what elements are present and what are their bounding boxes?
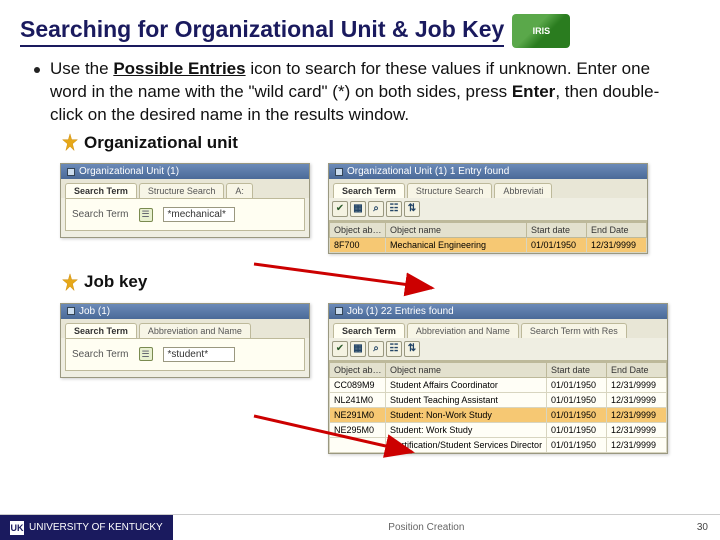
- tab-search-term[interactable]: Search Term: [333, 323, 405, 338]
- tab-search-term[interactable]: Search Term: [65, 183, 137, 198]
- col-object-abbr[interactable]: Object ab…: [330, 362, 386, 377]
- tool-icon[interactable]: ☷: [386, 341, 402, 357]
- org-unit-heading: Organizational unit: [60, 133, 720, 154]
- instruction-bullet: Use the Possible Entries icon to search …: [0, 52, 720, 127]
- col-object-name[interactable]: Object name: [386, 362, 547, 377]
- job-key-heading: Job key: [60, 272, 720, 293]
- possible-entries-icon[interactable]: ☰: [139, 208, 153, 222]
- window-icon: [335, 307, 343, 315]
- tab-search-term[interactable]: Search Term: [65, 323, 137, 338]
- job-results-window: Job (1) 22 Entries found Search Term Abb…: [328, 303, 668, 454]
- tab-search-term[interactable]: Search Term: [333, 183, 405, 198]
- window-titlebar: Organizational Unit (1): [61, 164, 309, 179]
- org-results-grid: Object ab… Object name Start date End Da…: [329, 221, 647, 253]
- enter-key-term: Enter: [512, 82, 555, 101]
- footer-center: Position Creation: [173, 522, 680, 533]
- tool-icon[interactable]: ⌕: [368, 341, 384, 357]
- org-results-window: Organizational Unit (1) 1 Entry found Se…: [328, 163, 648, 254]
- tab-structure-search[interactable]: Structure Search: [407, 183, 493, 198]
- accept-icon[interactable]: ✔: [332, 341, 348, 357]
- tab-structure-search[interactable]: Structure Search: [139, 183, 225, 198]
- tool-icon[interactable]: ⇅: [404, 201, 420, 217]
- possible-entries-term: Possible Entries: [113, 59, 245, 78]
- window-icon: [67, 168, 75, 176]
- tab-search-restrict[interactable]: Search Term with Res: [521, 323, 627, 338]
- result-row[interactable]: CC089M9Student Affairs Coordinator01/01/…: [330, 377, 667, 392]
- page-number: 30: [680, 522, 720, 533]
- result-row[interactable]: NE291M0Student: Non-Work Study01/01/1950…: [330, 407, 667, 422]
- result-row[interactable]: Certification/Student Services Director0…: [330, 437, 667, 452]
- window-titlebar: Job (1) 22 Entries found: [329, 304, 667, 319]
- job-results-grid: Object ab… Object name Start date End Da…: [329, 361, 667, 453]
- search-term-label: Search Term: [72, 209, 129, 220]
- col-object-name[interactable]: Object name: [386, 223, 527, 238]
- search-term-input[interactable]: *student*: [163, 347, 235, 362]
- iris-logo: IRIS: [512, 14, 570, 48]
- page-title: Searching for Organizational Unit & Job …: [20, 16, 504, 47]
- job-search-window: Job (1) Search Term Abbreviation and Nam…: [60, 303, 310, 378]
- tool-icon[interactable]: ▦: [350, 201, 366, 217]
- result-row[interactable]: 8F700 Mechanical Engineering 01/01/1950 …: [330, 238, 647, 253]
- org-search-window: Organizational Unit (1) Search Term Stru…: [60, 163, 310, 238]
- col-end-date[interactable]: End Date: [607, 362, 667, 377]
- result-row[interactable]: NE295M0Student: Work Study01/01/195012/3…: [330, 422, 667, 437]
- col-end-date[interactable]: End Date: [587, 223, 647, 238]
- results-toolbar: ✔ ▦ ⌕ ☷ ⇅: [329, 338, 667, 361]
- window-titlebar: Organizational Unit (1) 1 Entry found: [329, 164, 647, 179]
- tool-icon[interactable]: ⌕: [368, 201, 384, 217]
- possible-entries-icon[interactable]: ☰: [139, 347, 153, 361]
- col-object-abbr[interactable]: Object ab…: [330, 223, 386, 238]
- tab-abbrev[interactable]: Abbreviati: [494, 183, 552, 198]
- window-icon: [67, 307, 75, 315]
- star-icon: [60, 273, 80, 293]
- results-toolbar: ✔ ▦ ⌕ ☷ ⇅: [329, 198, 647, 221]
- uk-logo: UK UNIVERSITY OF KENTUCKY: [0, 515, 173, 540]
- text: Use the: [50, 59, 113, 78]
- bullet-dot-icon: [34, 67, 40, 73]
- result-row[interactable]: NL241M0Student Teaching Assistant01/01/1…: [330, 392, 667, 407]
- tab-abbrev-name[interactable]: Abbreviation and Name: [407, 323, 519, 338]
- window-icon: [335, 168, 343, 176]
- tool-icon[interactable]: ▦: [350, 341, 366, 357]
- search-term-label: Search Term: [72, 349, 129, 360]
- slide-footer: UK UNIVERSITY OF KENTUCKY Position Creat…: [0, 514, 720, 540]
- tab-abbrev-name[interactable]: Abbreviation and Name: [139, 323, 251, 338]
- col-start-date[interactable]: Start date: [547, 362, 607, 377]
- col-start-date[interactable]: Start date: [527, 223, 587, 238]
- search-term-input[interactable]: *mechanical*: [163, 207, 235, 222]
- tab-extra[interactable]: A:: [226, 183, 253, 198]
- tool-icon[interactable]: ⇅: [404, 341, 420, 357]
- window-titlebar: Job (1): [61, 304, 309, 319]
- tool-icon[interactable]: ☷: [386, 201, 402, 217]
- star-icon: [60, 133, 80, 153]
- accept-icon[interactable]: ✔: [332, 201, 348, 217]
